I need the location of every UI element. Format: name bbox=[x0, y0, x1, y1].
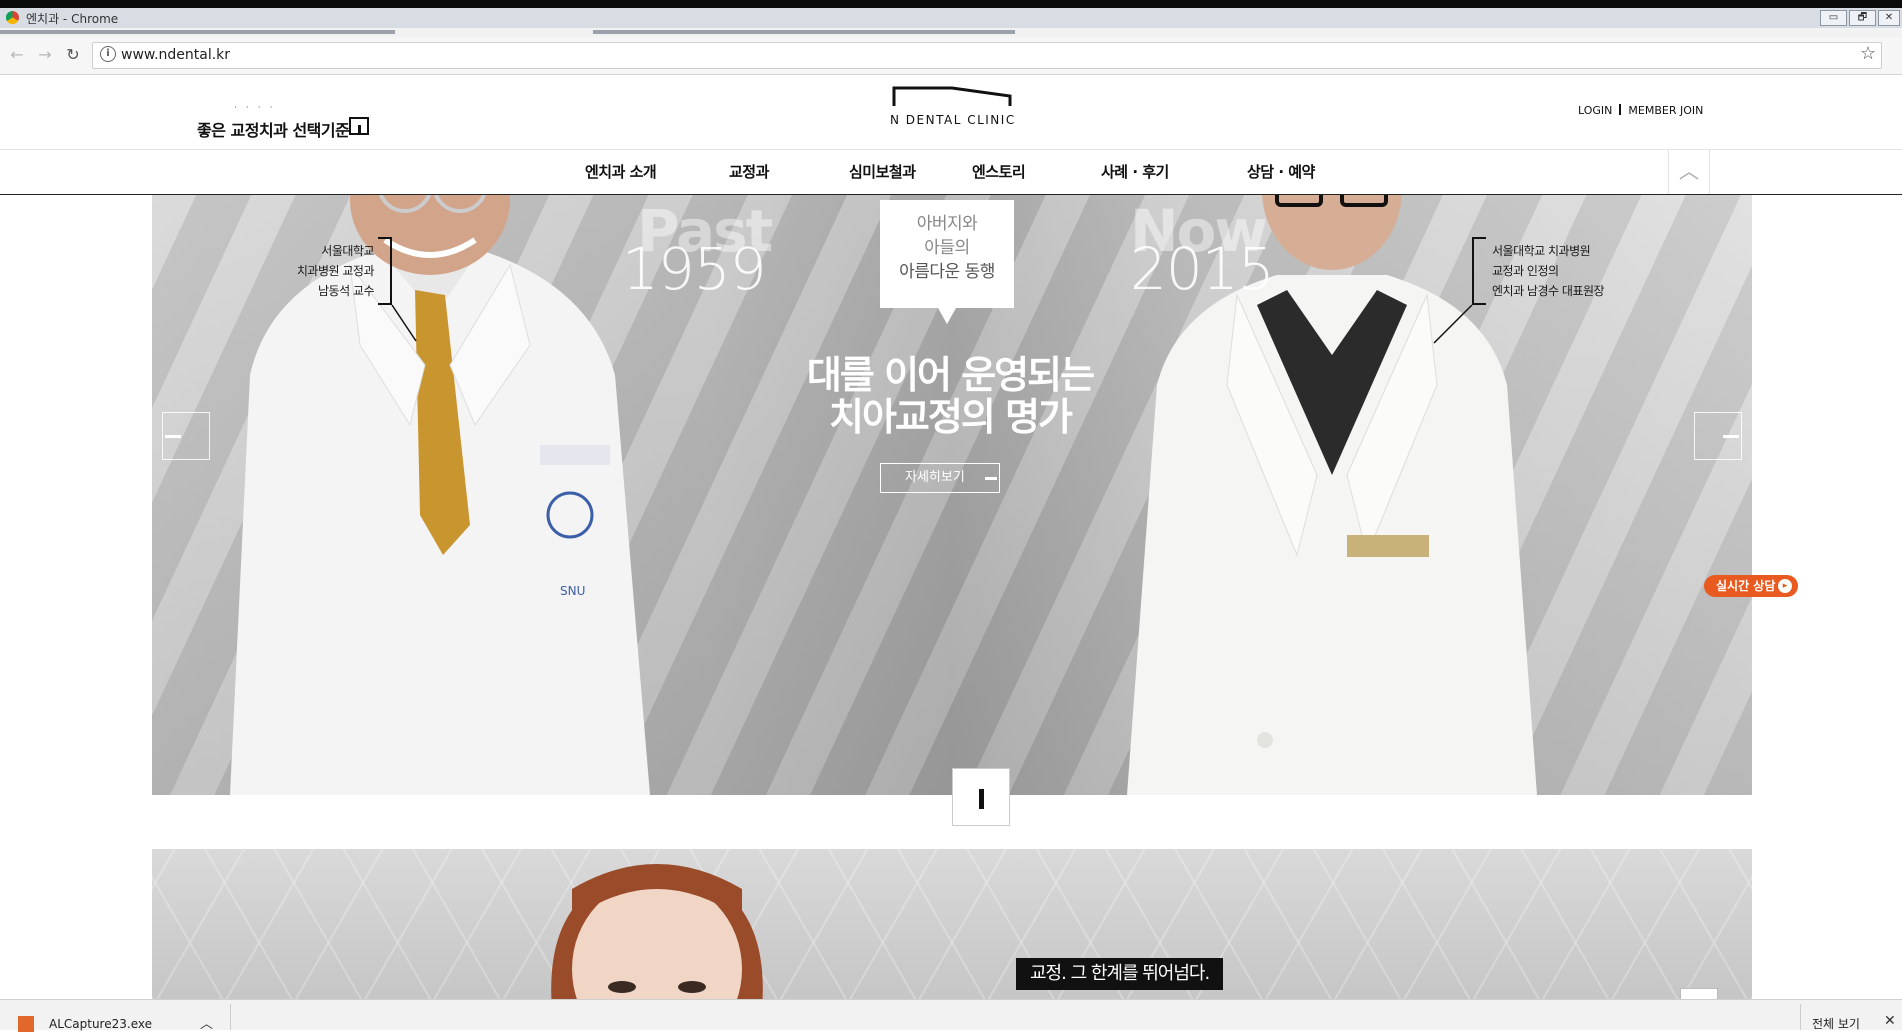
right-caption-pointer bbox=[1433, 304, 1473, 344]
back-icon[interactable]: ← bbox=[6, 44, 28, 66]
nav-item-orthodontics[interactable]: 교정과 bbox=[729, 161, 769, 182]
more-button[interactable]: 자세히보기 bbox=[880, 463, 1000, 493]
quote-line: 아버지와 bbox=[916, 214, 978, 234]
site-info-icon[interactable]: i bbox=[100, 46, 116, 62]
show-all-downloads-button[interactable]: 전체 보기 bbox=[1812, 1015, 1860, 1032]
n-dental-logo-icon[interactable] bbox=[892, 86, 1012, 108]
address-url[interactable]: www.ndental.kr bbox=[121, 47, 230, 63]
forward-icon[interactable]: → bbox=[34, 44, 56, 66]
close-icon[interactable]: ✕ bbox=[1884, 1013, 1896, 1029]
hero-headline: 대를 이어 운영되는 치아교정의 명가 bbox=[700, 354, 1200, 438]
past-year: 1959 bbox=[622, 235, 767, 303]
nav-item-reservation[interactable]: 상담 · 예약 bbox=[1247, 161, 1315, 182]
logo-text[interactable]: N DENTAL CLINIC bbox=[890, 113, 1016, 127]
right-caption-line: 교정과 인정의 bbox=[1492, 264, 1559, 278]
window-title: 엔치과 - Chrome bbox=[26, 12, 119, 26]
chrome-logo-icon bbox=[6, 11, 19, 24]
nav-item-prosthetics[interactable]: 심미보철과 bbox=[849, 161, 916, 182]
download-file-name[interactable]: ALCapture23.exe bbox=[49, 1017, 152, 1031]
headline-line: 치아교정의 명가 bbox=[829, 395, 1073, 439]
quote-line: 아름다운 동행 bbox=[899, 262, 995, 282]
slogan-text[interactable]: 좋은 교정치과 선택기준 bbox=[197, 117, 350, 141]
pager-bar-icon bbox=[979, 789, 984, 809]
prev-slide-button[interactable] bbox=[162, 412, 210, 460]
svg-text:SNU: SNU bbox=[560, 584, 585, 598]
live-chat-button[interactable]: 실시간 상담 bbox=[1704, 575, 1798, 597]
downloads-divider bbox=[230, 1004, 231, 1030]
login-link[interactable]: LOGIN bbox=[1578, 104, 1612, 117]
downloads-divider bbox=[1800, 1004, 1801, 1030]
banner2-headline: 교정. 그 한계를 뛰어넘다. bbox=[1016, 958, 1224, 990]
link-separator bbox=[1619, 104, 1622, 115]
slide-pager-button[interactable] bbox=[952, 768, 1010, 826]
tab-edge-left bbox=[0, 30, 395, 34]
chevron-up-icon[interactable]: ︿ bbox=[200, 1013, 213, 1032]
secondary-banner bbox=[152, 849, 1752, 999]
model-portrait-image bbox=[551, 864, 763, 999]
left-caption-line: 서울대학교 bbox=[321, 244, 374, 258]
nav-item-nstory[interactable]: 엔스토리 bbox=[972, 161, 1026, 182]
downloads-bar bbox=[0, 999, 1902, 1030]
banner2-pattern bbox=[152, 849, 1752, 999]
member-links: LOGIN MEMBER JOIN bbox=[1578, 104, 1703, 117]
next-slide-button[interactable] bbox=[1694, 412, 1742, 460]
right-doctor-caption: 서울대학교 치과병원 교정과 인정의 엔치과 남경수 대표원장 bbox=[1492, 241, 1605, 301]
close-window-button[interactable]: ✕ bbox=[1878, 10, 1900, 26]
left-caption-pointer bbox=[391, 304, 417, 342]
right-caption-line: 엔치과 남경수 대표원장 bbox=[1492, 284, 1605, 298]
now-year: 2015 bbox=[1130, 235, 1275, 303]
right-caption-line: 서울대학교 치과병원 bbox=[1492, 244, 1591, 258]
left-caption-bracket bbox=[378, 237, 392, 305]
nav-item-cases[interactable]: 사례 · 후기 bbox=[1101, 161, 1169, 182]
address-bar[interactable] bbox=[92, 42, 1882, 69]
left-caption-line: 남동석 교수 bbox=[317, 284, 375, 298]
tab-edge-right bbox=[593, 30, 1015, 34]
left-doctor-caption: 서울대학교 치과병원 교정과 남동석 교수 bbox=[264, 241, 375, 301]
reload-icon[interactable]: ↻ bbox=[62, 44, 84, 66]
quote-bubble: 아버지와 아들의 아름다운 동행 bbox=[880, 200, 1014, 324]
minimize-button[interactable]: ▭ bbox=[1820, 10, 1847, 26]
scroll-top-chevron-icon[interactable]: ︿ bbox=[1668, 149, 1710, 194]
slogan-dots: ···· bbox=[234, 103, 282, 113]
member-join-link[interactable]: MEMBER JOIN bbox=[1628, 104, 1703, 117]
titlebar-strip bbox=[0, 8, 1902, 28]
left-caption-line: 치과병원 교정과 bbox=[296, 264, 375, 278]
right-caption-bracket bbox=[1472, 237, 1486, 305]
bookmark-star-icon[interactable]: ☆ bbox=[1860, 43, 1876, 64]
quote-line: 아들의 bbox=[924, 238, 970, 258]
main-navigation bbox=[0, 149, 1902, 195]
restore-button[interactable]: 🗗 bbox=[1849, 10, 1876, 26]
headline-line: 대를 이어 운영되는 bbox=[806, 353, 1095, 397]
n-mark-icon bbox=[349, 117, 369, 135]
nav-item-about[interactable]: 엔치과 소개 bbox=[585, 161, 657, 182]
